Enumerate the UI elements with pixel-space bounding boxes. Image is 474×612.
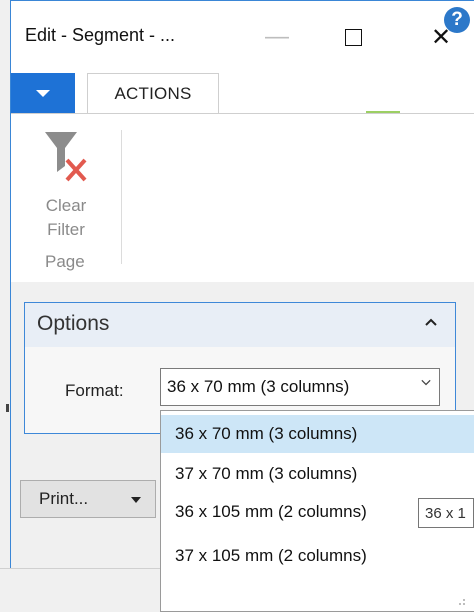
ribbon-menu-button[interactable] bbox=[11, 73, 75, 113]
ribbon-tabs: ACTIONS bbox=[11, 73, 474, 114]
options-title: Options bbox=[37, 312, 110, 335]
help-icon[interactable]: ? bbox=[444, 7, 470, 33]
options-header[interactable]: Options bbox=[25, 303, 455, 347]
tooltip: 36 x 1 bbox=[418, 498, 474, 528]
print-button-label: Print... bbox=[39, 489, 89, 508]
format-label: Format: bbox=[65, 381, 124, 400]
maximize-icon bbox=[344, 28, 362, 46]
ribbon-body: Clear Filter Page bbox=[11, 113, 474, 283]
resize-grip-icon[interactable] bbox=[451, 591, 467, 607]
clear-filter-button[interactable]: Clear Filter bbox=[31, 122, 101, 239]
window-title: Edit - Segment - ... bbox=[25, 25, 176, 45]
dropdown-arrow-icon bbox=[36, 89, 50, 97]
clear-filter-label: Clear Filter bbox=[31, 194, 101, 242]
maximize-button[interactable] bbox=[333, 15, 373, 59]
format-select[interactable]: 36 x 70 mm (3 columns) bbox=[160, 368, 440, 406]
chevron-up-icon bbox=[425, 318, 437, 326]
dropdown-option[interactable]: 37 x 70 mm (3 columns) bbox=[161, 455, 474, 493]
clear-filter-icon bbox=[45, 132, 87, 182]
print-button[interactable]: Print... bbox=[20, 480, 156, 518]
minimize-button[interactable]: — bbox=[257, 15, 297, 59]
page-group-label: Page bbox=[45, 252, 85, 271]
title-bar: Edit - Segment - ... — ✕ bbox=[11, 1, 474, 73]
caret-down-icon bbox=[131, 497, 141, 503]
edge-mark bbox=[6, 404, 9, 412]
clear-filter-label-line1: Clear bbox=[45, 196, 87, 215]
group-divider bbox=[121, 130, 122, 264]
chevron-down-icon bbox=[421, 379, 431, 386]
format-select-value: 36 x 70 mm (3 columns) bbox=[167, 377, 350, 396]
dropdown-option[interactable]: 36 x 70 mm (3 columns) bbox=[161, 415, 474, 453]
tab-actions[interactable]: ACTIONS bbox=[87, 73, 219, 114]
clear-filter-label-line2: Filter bbox=[47, 220, 85, 239]
dropdown-option[interactable]: 37 x 105 mm (2 columns) bbox=[161, 537, 474, 575]
